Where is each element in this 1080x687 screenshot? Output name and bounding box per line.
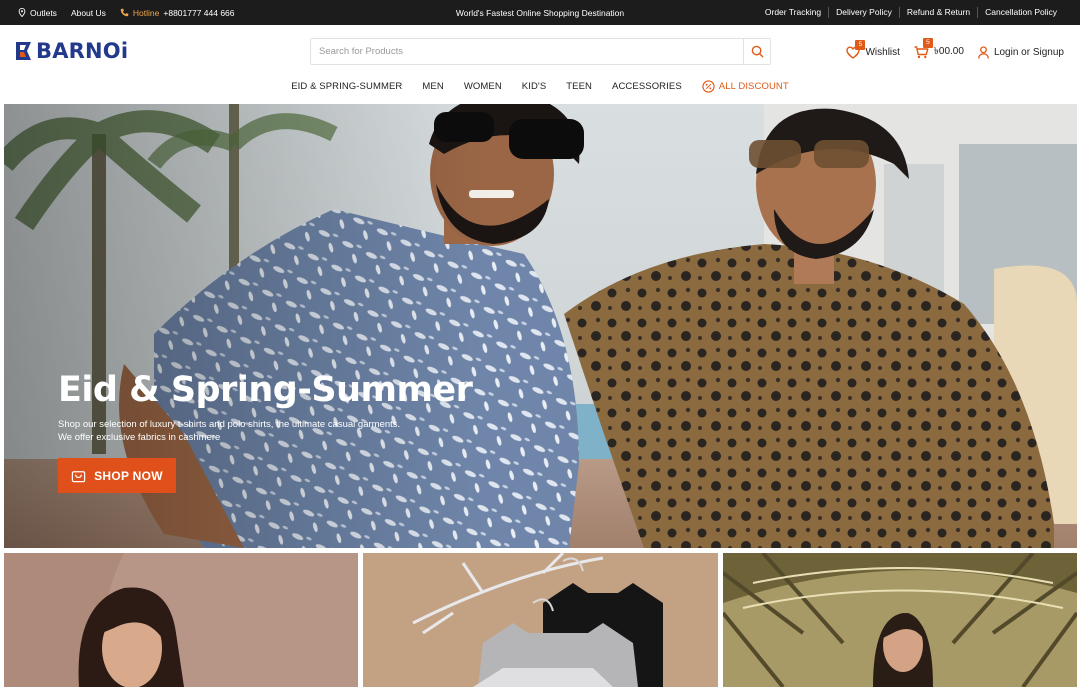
cart-total: ৳00.00	[933, 45, 964, 57]
search-input[interactable]	[311, 39, 743, 64]
delivery-policy-link[interactable]: Delivery Policy	[828, 7, 899, 18]
cart-button[interactable]: 5 ৳00.00	[914, 37, 964, 61]
about-label: About Us	[70, 7, 106, 18]
hero-banner: Eid & Spring-Summer Shop our selection o…	[4, 104, 1077, 548]
category-tile-men[interactable]	[363, 553, 718, 687]
login-label: Login or Signup	[993, 46, 1064, 58]
nav-item-women[interactable]: WOMEN	[464, 77, 502, 95]
nav-item-men[interactable]: MEN	[422, 77, 443, 95]
search-bar	[310, 38, 771, 65]
hero-title: Eid & Spring-Summer	[58, 370, 473, 410]
women-category-image	[4, 553, 358, 687]
men-category-image	[363, 553, 718, 687]
cart-count-badge: 5	[922, 37, 933, 48]
search-icon	[751, 45, 763, 58]
shop-now-label: SHOP NOW	[94, 468, 163, 483]
bag-icon	[71, 471, 86, 483]
hero-subtitle-line-1: Shop our selection of luxury t-shirts an…	[58, 419, 401, 430]
wishlist-label: Wishlist	[865, 46, 900, 58]
phone-icon	[120, 8, 129, 17]
category-tile-teen[interactable]	[723, 553, 1077, 687]
wishlist-button[interactable]: 5 Wishlist	[846, 39, 900, 59]
wishlist-count-badge: 5	[855, 39, 866, 50]
category-tile-women[interactable]	[4, 553, 358, 687]
refund-return-link[interactable]: Refund & Return	[898, 7, 977, 18]
map-pin-icon	[18, 8, 26, 17]
tagline: World's Fastest Online Shopping Destinat…	[455, 7, 625, 18]
shop-now-button[interactable]: SHOP NOW	[58, 458, 176, 493]
order-tracking-link[interactable]: Order Tracking	[758, 7, 828, 18]
nav-item-all-discount[interactable]: ALL DISCOUNT	[702, 77, 789, 95]
main-nav: EID & SPRING-SUMMER MEN WOMEN KID'S TEEN…	[0, 77, 1080, 95]
nav-item-accessories[interactable]: ACCESSORIES	[612, 77, 682, 95]
top-bar: Outlets About Us Hotline +8801777 444 666…	[0, 0, 1080, 25]
hotline-number: +8801777 444 666	[163, 7, 235, 18]
percent-icon	[702, 79, 715, 93]
login-button[interactable]: Login or Signup	[978, 45, 1064, 59]
outlets-label: Outlets	[30, 7, 57, 18]
cancellation-policy-link[interactable]: Cancellation Policy	[977, 7, 1064, 18]
nav-item-eid-spring-summer[interactable]: EID & SPRING-SUMMER	[291, 77, 402, 95]
about-link[interactable]: About Us	[71, 8, 106, 18]
teen-category-image	[723, 553, 1077, 687]
search-button[interactable]	[743, 39, 770, 64]
logo-mark-icon	[16, 42, 31, 60]
hero-subtitle-line-2: We offer exclusive fabrics in cashmere	[58, 432, 221, 443]
nav-item-kids[interactable]: KID'S	[522, 77, 547, 95]
outlets-link[interactable]: Outlets	[18, 8, 57, 18]
hotline-label: Hotline	[132, 7, 160, 18]
nav-item-teen[interactable]: TEEN	[566, 77, 592, 95]
header-actions: 5 Wishlist 5 ৳00.00 Login or Signup	[846, 37, 1064, 61]
brand-logo[interactable]: BARNOi	[16, 39, 129, 63]
user-icon	[978, 45, 989, 59]
brand-name: BARNOi	[36, 39, 129, 63]
hotline[interactable]: Hotline +8801777 444 666	[120, 8, 235, 18]
hero-subtitle: Shop our selection of luxury t-shirts an…	[58, 418, 478, 444]
discount-label: ALL DISCOUNT	[718, 80, 789, 92]
